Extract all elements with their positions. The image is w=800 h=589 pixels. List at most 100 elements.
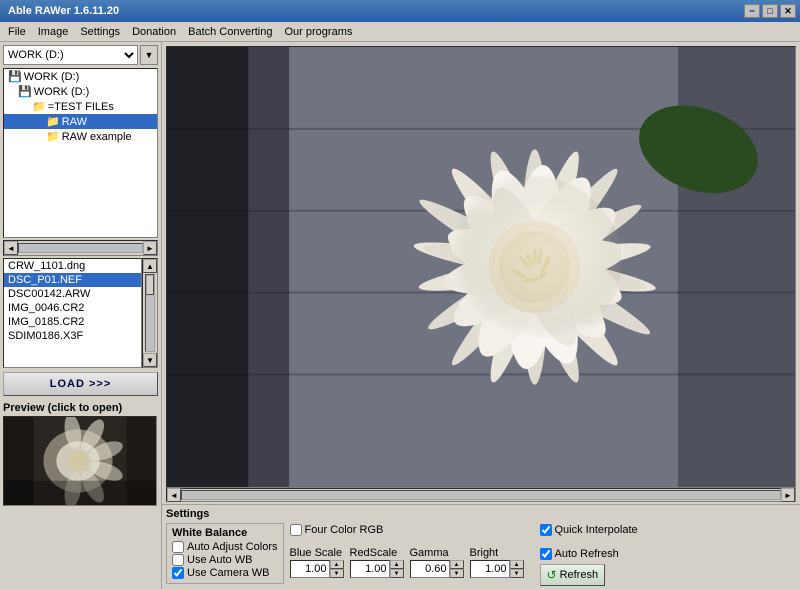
hscroll-right-button[interactable]: ► xyxy=(143,241,157,255)
main-image-area[interactable] xyxy=(166,46,796,488)
menu-settings[interactable]: Settings xyxy=(74,24,126,40)
gamma-spinner: Gamma ▲ ▼ xyxy=(410,547,464,578)
settings-title: Settings xyxy=(166,508,796,520)
tree-hscrollbar[interactable]: ◄ ► xyxy=(3,240,158,256)
red-scale-spinner: RedScale ▲ ▼ xyxy=(350,547,404,578)
file-item-img0185[interactable]: IMG_0185.CR2 xyxy=(4,315,141,329)
preview-label: Preview (click to open) xyxy=(3,402,158,414)
vscroll-thumb[interactable] xyxy=(146,275,154,295)
menu-batch-converting[interactable]: Batch Converting xyxy=(182,24,278,40)
vscroll-down-button[interactable]: ▼ xyxy=(143,353,157,367)
blue-scale-down-button[interactable]: ▼ xyxy=(330,569,344,578)
file-item-sdim0186[interactable]: SDIM0186.X3F xyxy=(4,329,141,343)
tree-item-raw-example[interactable]: 📁 RAW example xyxy=(4,129,157,144)
hscroll-track[interactable] xyxy=(18,243,143,253)
right-options-col: Quick Interpolate Auto Refresh ↺ Refresh xyxy=(540,523,638,586)
file-list-container: CRW_1101.dng DSC_P01.NEF DSC00142.ARW IM… xyxy=(3,258,158,368)
preview-image[interactable] xyxy=(3,416,157,506)
four-color-rgb-checkbox[interactable] xyxy=(290,524,302,536)
load-button-area: LOAD >>> xyxy=(0,368,161,400)
tree-item-raw[interactable]: 📁 RAW xyxy=(4,114,157,129)
refresh-icon: ↺ xyxy=(547,568,557,582)
gamma-spin-btns: ▲ ▼ xyxy=(450,560,464,578)
refresh-button-label: Refresh xyxy=(560,569,599,581)
red-scale-input[interactable] xyxy=(350,560,390,578)
gamma-down-button[interactable]: ▼ xyxy=(450,569,464,578)
tree-item-test-files[interactable]: 📁 =TEST FILEs xyxy=(4,99,157,114)
use-auto-wb-checkbox[interactable] xyxy=(172,554,184,566)
settings-row: White Balance Auto Adjust Colors Use Aut… xyxy=(166,523,796,586)
left-panel: WORK (D:) ▼ 💾 WORK (D:) 💾 WORK (D:) 📁 =T… xyxy=(0,42,162,589)
close-button[interactable]: ✕ xyxy=(780,4,796,18)
menu-donation[interactable]: Donation xyxy=(126,24,182,40)
auto-refresh-label: Auto Refresh xyxy=(555,548,619,560)
use-camera-wb-row: Use Camera WB xyxy=(172,567,278,579)
use-camera-wb-checkbox[interactable] xyxy=(172,567,184,579)
drive-selector: WORK (D:) ▼ xyxy=(0,42,161,68)
right-panel: ◄ ► Settings White Balance Auto Adjust C… xyxy=(162,42,800,589)
blue-scale-label: Blue Scale xyxy=(290,547,343,559)
use-auto-wb-label: Use Auto WB xyxy=(187,554,252,566)
refresh-button[interactable]: ↺ Refresh xyxy=(540,564,606,586)
img-hscroll-track[interactable] xyxy=(181,490,781,500)
hscroll-left-button[interactable]: ◄ xyxy=(4,241,18,255)
folder-icon-test: 📁 xyxy=(32,100,46,113)
auto-refresh-row: Auto Refresh xyxy=(540,548,619,560)
gamma-input[interactable] xyxy=(410,560,450,578)
drive-icon: 💾 xyxy=(8,70,22,83)
title-bar: Able RAWer 1.6.11.20 − □ ✕ xyxy=(0,0,800,22)
load-button[interactable]: LOAD >>> xyxy=(3,372,158,396)
blue-scale-up-button[interactable]: ▲ xyxy=(330,560,344,569)
vscroll-up-button[interactable]: ▲ xyxy=(143,259,157,273)
file-item-img0046[interactable]: IMG_0046.CR2 xyxy=(4,301,141,315)
red-scale-input-row: ▲ ▼ xyxy=(350,560,404,578)
file-list-vscrollbar[interactable]: ▲ ▼ xyxy=(142,258,158,368)
drive-refresh-button[interactable]: ▼ xyxy=(140,45,158,65)
bright-label: Bright xyxy=(470,547,499,559)
vscroll-track[interactable] xyxy=(145,274,155,352)
bright-spin-btns: ▲ ▼ xyxy=(510,560,524,578)
red-scale-down-button[interactable]: ▼ xyxy=(390,569,404,578)
bright-input[interactable] xyxy=(470,560,510,578)
auto-adjust-colors-row: Auto Adjust Colors xyxy=(172,541,278,553)
use-auto-wb-row: Use Auto WB xyxy=(172,554,278,566)
gamma-up-button[interactable]: ▲ xyxy=(450,560,464,569)
folder-tree[interactable]: 💾 WORK (D:) 💾 WORK (D:) 📁 =TEST FILEs 📁 … xyxy=(3,68,158,238)
main-image-svg xyxy=(167,47,795,487)
red-scale-label: RedScale xyxy=(350,547,398,559)
red-scale-spin-btns: ▲ ▼ xyxy=(390,560,404,578)
refresh-area: Auto Refresh ↺ Refresh xyxy=(540,547,638,586)
auto-refresh-checkbox[interactable] xyxy=(540,548,552,560)
menu-image[interactable]: Image xyxy=(32,24,75,40)
menu-bar: File Image Settings Donation Batch Conve… xyxy=(0,22,800,42)
minimize-button[interactable]: − xyxy=(744,4,760,18)
file-item-dsc00142[interactable]: DSC00142.ARW xyxy=(4,287,141,301)
white-balance-group: White Balance Auto Adjust Colors Use Aut… xyxy=(166,523,284,584)
quick-interpolate-checkbox[interactable] xyxy=(540,524,552,536)
img-hscroll-right[interactable]: ► xyxy=(781,488,795,502)
img-hscroll-left[interactable]: ◄ xyxy=(167,488,181,502)
image-hscrollbar[interactable]: ◄ ► xyxy=(166,488,796,502)
wb-title: White Balance xyxy=(172,527,278,539)
blue-scale-spin-btns: ▲ ▼ xyxy=(330,560,344,578)
tree-item-work-d-2[interactable]: 💾 WORK (D:) xyxy=(4,84,157,99)
maximize-button[interactable]: □ xyxy=(762,4,778,18)
auto-adjust-colors-checkbox[interactable] xyxy=(172,541,184,553)
bright-up-button[interactable]: ▲ xyxy=(510,560,524,569)
tree-item-work-d[interactable]: 💾 WORK (D:) xyxy=(4,69,157,84)
file-list[interactable]: CRW_1101.dng DSC_P01.NEF DSC00142.ARW IM… xyxy=(3,258,142,368)
bright-down-button[interactable]: ▼ xyxy=(510,569,524,578)
auto-adjust-colors-label: Auto Adjust Colors xyxy=(187,541,278,553)
blue-scale-input[interactable] xyxy=(290,560,330,578)
file-item-crw1101[interactable]: CRW_1101.dng xyxy=(4,259,141,273)
gamma-input-row: ▲ ▼ xyxy=(410,560,464,578)
menu-our-programs[interactable]: Our programs xyxy=(279,24,359,40)
menu-file[interactable]: File xyxy=(2,24,32,40)
window-controls: − □ ✕ xyxy=(744,4,796,18)
settings-panel: Settings White Balance Auto Adjust Color… xyxy=(162,504,800,589)
drive-dropdown[interactable]: WORK (D:) xyxy=(3,45,138,65)
gamma-label: Gamma xyxy=(410,547,449,559)
red-scale-up-button[interactable]: ▲ xyxy=(390,560,404,569)
file-item-dscp01[interactable]: DSC_P01.NEF xyxy=(4,273,141,287)
blue-scale-spinner: Blue Scale ▲ ▼ xyxy=(290,547,344,578)
